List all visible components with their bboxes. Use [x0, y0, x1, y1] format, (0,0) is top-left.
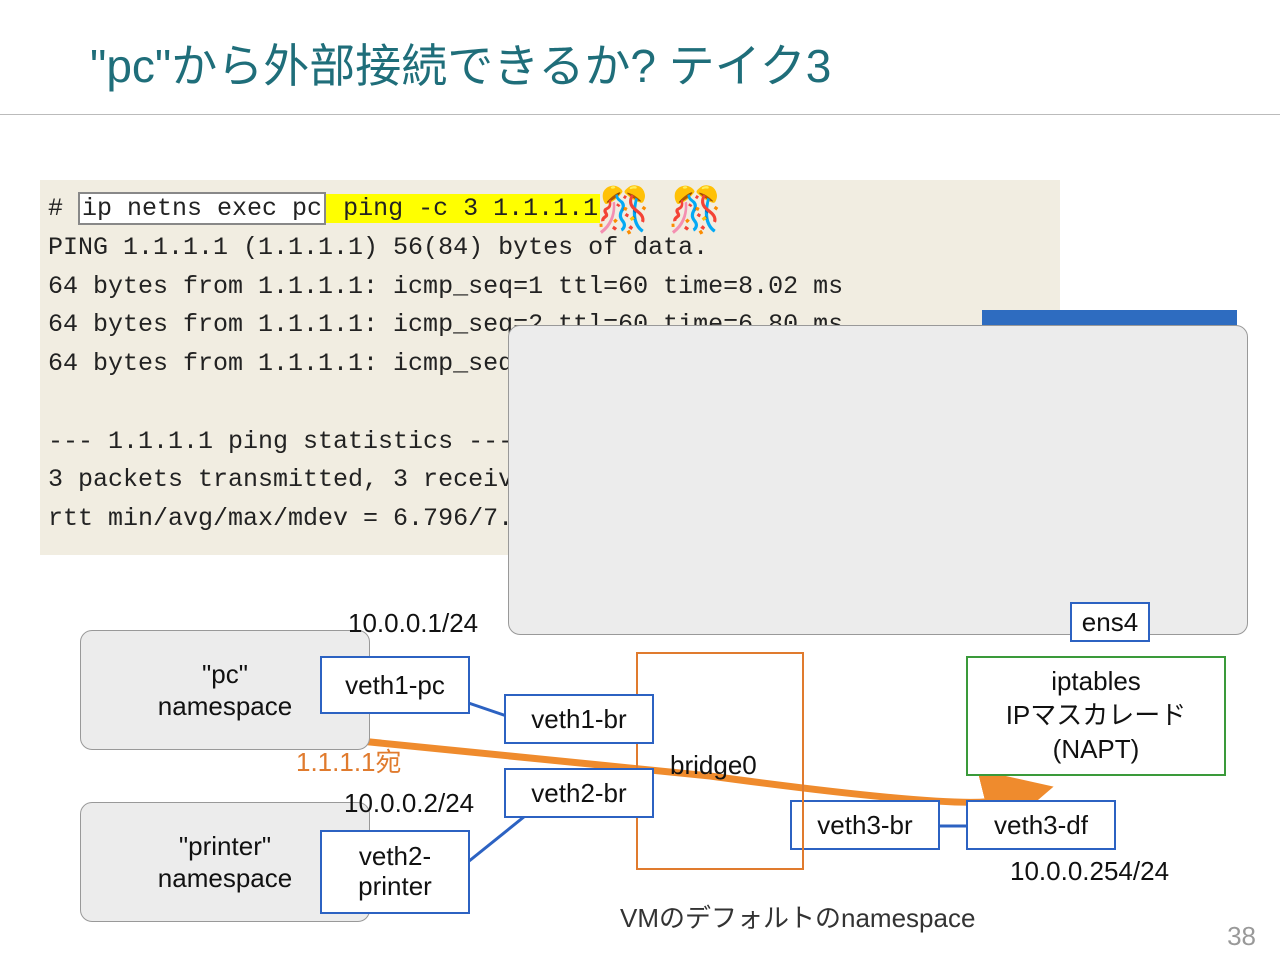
iptables-l3: (NAPT) — [1053, 733, 1140, 767]
veth2-printer-l2: printer — [358, 872, 432, 902]
ens4-box: ens4 — [1070, 602, 1150, 642]
veth2-br-box: veth2-br — [504, 768, 654, 818]
cmd-highlight: ping -c 3 1.1.1.1 — [326, 194, 600, 223]
vm-namespace-label: VMのデフォルトのnamespace — [620, 898, 975, 935]
arrow-destination-label: 1.1.1.1宛 — [296, 742, 402, 779]
celebrate-icon: 🎊 — [668, 184, 723, 236]
bridge0-label: bridge0 — [670, 750, 757, 781]
veth3-df-ip-label: 10.0.0.254/24 — [1010, 856, 1169, 887]
veth3-df-box: veth3-df — [966, 800, 1116, 850]
veth1-br-box: veth1-br — [504, 694, 654, 744]
printer-ns-l1: "printer" — [179, 830, 271, 863]
veth2-printer-ip-label: 10.0.0.2/24 — [344, 788, 474, 819]
pc-ns-l1: "pc" — [202, 658, 248, 691]
pc-ns-l2: namespace — [158, 690, 292, 723]
printer-ns-l2: namespace — [158, 862, 292, 895]
iptables-box: iptables IPマスカレード (NAPT) — [966, 656, 1226, 776]
vm-namespace-box — [508, 325, 1248, 635]
cmd-netns-box: ip netns exec pc — [78, 192, 326, 225]
veth1-pc-ip-label: 10.0.0.1/24 — [348, 608, 478, 639]
veth3-br-box: veth3-br — [790, 800, 940, 850]
celebrate-icon: 🎊 — [596, 184, 651, 236]
title-divider — [0, 114, 1280, 115]
slide-title: "pc"から外部接続できるか? テイク3 — [0, 0, 1280, 96]
iptables-l2: IPマスカレード — [1006, 699, 1187, 733]
term-line: PING 1.1.1.1 (1.1.1.1) 56(84) bytes of d… — [48, 233, 708, 262]
iptables-l1: iptables — [1051, 665, 1141, 699]
term-line: --- 1.1.1.1 ping statistics --- — [48, 427, 513, 456]
veth1-pc-box: veth1-pc — [320, 656, 470, 714]
slide-number: 38 — [1227, 921, 1256, 952]
term-line: 64 bytes from 1.1.1.1: icmp_seq=1 ttl=60… — [48, 272, 843, 301]
prompt: # — [48, 194, 78, 223]
veth2-printer-l1: veth2- — [359, 842, 431, 872]
veth2-printer-box: veth2- printer — [320, 830, 470, 914]
